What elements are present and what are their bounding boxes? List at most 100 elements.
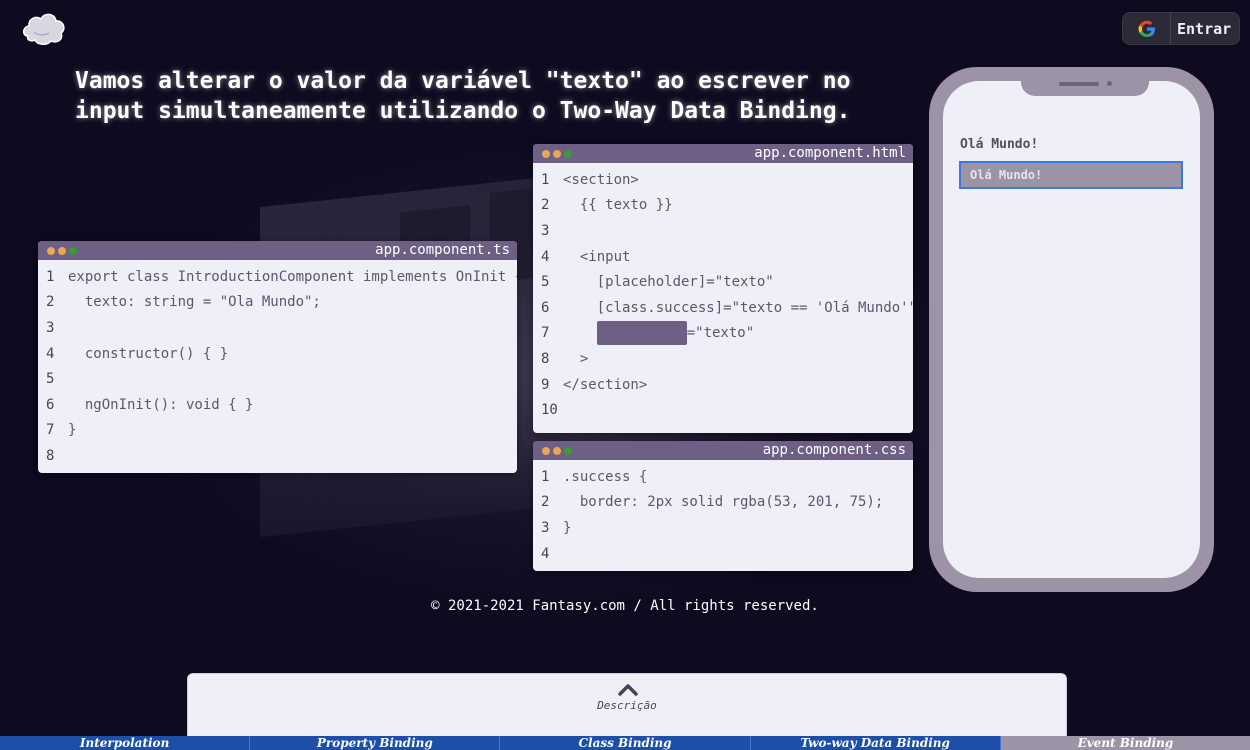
code-text: export class IntroductionComponent imple…: [68, 268, 517, 285]
phone-output-text: Olá Mundo!: [960, 137, 1039, 152]
login-button-label: Entrar: [1177, 19, 1232, 38]
code-line: 7}: [38, 418, 517, 444]
nav-tab-property-binding[interactable]: Property Binding: [250, 736, 501, 750]
phone-screen: Olá Mundo!: [943, 81, 1200, 578]
code-text: </section>: [563, 376, 648, 393]
masked-code-blank: [596, 321, 687, 346]
window-dot-icon: [47, 246, 55, 255]
code-window-title: app.component.ts: [375, 242, 510, 258]
line-number: 1: [541, 468, 550, 485]
code-window-title: app.component.html: [754, 145, 906, 161]
code-text: {{ texto }}: [563, 197, 673, 214]
code-text: }: [68, 422, 77, 439]
code-line: 8: [38, 443, 517, 469]
code-line: 3: [38, 315, 517, 341]
window-dot-icon: [542, 446, 550, 455]
line-number: 3: [541, 519, 550, 536]
code-line: 6 [class.success]="texto == 'Olá Mundo'": [533, 295, 913, 321]
code-body: 1 <section> 2 {{ texto }} 3 4 <input 5 [place…: [533, 163, 913, 423]
phone-mockup: Olá Mundo!: [929, 67, 1214, 592]
phone-notch: [1021, 81, 1149, 96]
code-line: 5 [placeholder]="texto": [533, 269, 913, 295]
line-number: 2: [541, 494, 550, 511]
code-text: }: [563, 519, 572, 536]
code-window-html: app.component.html 1 <section> 2 {{ texto …: [533, 144, 913, 433]
nav-tab-event-binding[interactable]: Event Binding: [1000, 736, 1250, 750]
code-window-ts: app.component.ts 1 export class Introduct…: [38, 241, 517, 473]
window-dot-icon: [542, 149, 550, 158]
code-text: [placeholder]="texto": [563, 274, 774, 291]
line-number: 4: [541, 545, 550, 562]
line-number: 4: [46, 345, 55, 362]
code-text: texto: string = "Ola Mundo";: [68, 294, 321, 311]
window-dot-icon: [553, 149, 561, 158]
line-number: 5: [541, 274, 550, 291]
window-dot-icon: [58, 246, 66, 255]
code-window-titlebar: app.component.html: [533, 144, 913, 163]
code-line: 2 {{ texto }}: [533, 193, 913, 219]
code-line: 1 export class IntroductionComponent impl…: [38, 264, 517, 290]
google-icon-wrapper: [1123, 13, 1171, 44]
code-window-titlebar: app.component.css: [533, 441, 913, 460]
code-line: 2 border: 2px solid rgba(53, 201, 75);: [533, 490, 913, 516]
window-dot-icon: [553, 446, 561, 455]
line-number: 2: [541, 197, 550, 214]
code-text: border: 2px solid rgba(53, 201, 75);: [563, 494, 884, 511]
code-text: >: [563, 350, 589, 367]
code-text: [class.success]="texto == 'Olá Mundo'": [563, 299, 913, 316]
window-dot-icon: [564, 446, 572, 455]
code-text: <input: [563, 248, 631, 265]
code-line: 8 >: [533, 346, 913, 372]
code-line: 4 constructor() { }: [38, 341, 517, 367]
footer-copyright: © 2021-2021 Fantasy.com / All rights res…: [431, 598, 819, 614]
code-line: 3: [533, 218, 913, 244]
code-text: <section>: [563, 171, 639, 188]
nav-tab-interpolation[interactable]: Interpolation: [0, 736, 251, 750]
code-body: 1 export class IntroductionComponent impl…: [38, 260, 517, 469]
code-text: ngOnInit(): void { }: [68, 396, 254, 413]
line-number: 7: [46, 422, 55, 439]
line-number: 5: [46, 371, 55, 388]
line-number: 10: [541, 402, 558, 419]
code-line: 1 <section>: [533, 167, 913, 193]
line-number: 6: [46, 396, 55, 413]
window-dot-icon: [69, 246, 77, 255]
code-line: 5: [38, 366, 517, 392]
code-window-css: app.component.css 1 .success { 2 border: 2…: [533, 441, 913, 571]
line-number: 8: [541, 350, 550, 367]
nav-tab-class-binding[interactable]: Class Binding: [500, 736, 751, 750]
line-number: 6: [541, 299, 550, 316]
description-label: Descrição: [597, 699, 657, 712]
code-window-titlebar: app.component.ts: [38, 241, 517, 260]
code-window-title: app.component.css: [762, 442, 906, 458]
line-number: 7: [541, 325, 550, 342]
nav-tab-two-way-data-binding[interactable]: Two-way Data Binding: [751, 736, 1001, 750]
line-number: 3: [46, 319, 55, 336]
code-line: 3}: [533, 515, 913, 541]
window-dot-icon: [564, 149, 572, 158]
line-number: 2: [46, 294, 55, 311]
cloud-logo-icon[interactable]: [22, 10, 66, 46]
code-text: constructor() { }: [68, 345, 229, 362]
code-line: 4: [533, 541, 913, 567]
line-number: 9: [541, 376, 550, 393]
code-line: 4 <input: [533, 244, 913, 270]
line-number: 1: [46, 268, 55, 285]
google-login-button[interactable]: Entrar: [1122, 12, 1240, 45]
code-text: .success {: [563, 468, 648, 485]
bottom-navigation: Interpolation Property Binding Class Bindi…: [0, 736, 1250, 750]
code-line: 7 ="texto": [533, 321, 913, 347]
google-icon: [1138, 20, 1155, 37]
line-number: 4: [541, 248, 550, 265]
code-line: 9 </section>: [533, 372, 913, 398]
line-number: 1: [541, 171, 550, 188]
code-line: 6 ngOnInit(): void { }: [38, 392, 517, 418]
code-line: 1 .success {: [533, 464, 913, 490]
phone-text-input[interactable]: [959, 161, 1183, 189]
line-number: 8: [46, 447, 55, 464]
chevron-up-icon: [618, 684, 638, 696]
code-line: 10: [533, 397, 913, 423]
page-headline: Vamos alterar o valor da variável "texto…: [75, 68, 851, 124]
code-text: ="texto": [686, 325, 755, 342]
